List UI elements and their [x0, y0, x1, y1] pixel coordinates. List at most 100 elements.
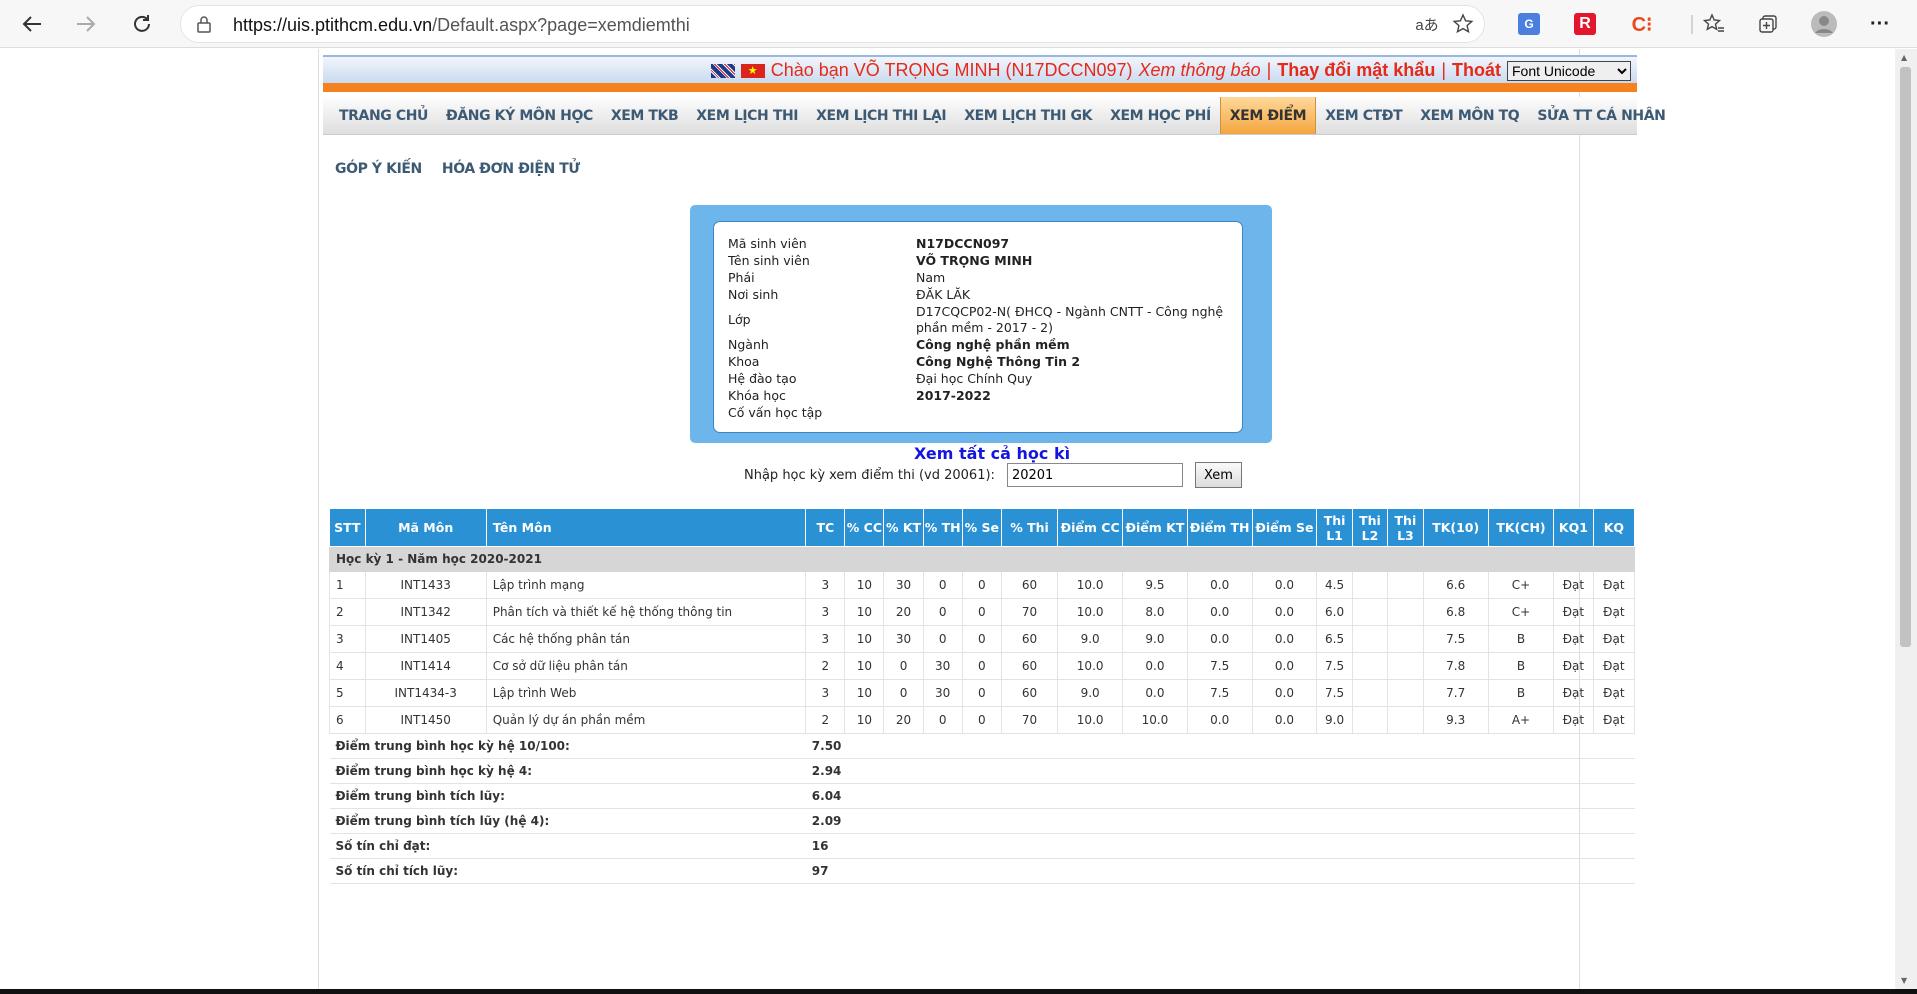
- table-cell: INT1342: [364, 598, 487, 626]
- value-program: Đại học Chính Quy: [916, 371, 1033, 386]
- translate-icon[interactable]: G: [1518, 13, 1540, 35]
- table-cell: Đạt: [1553, 598, 1594, 626]
- table-cell: 9.3: [1422, 706, 1489, 734]
- table-cell: Đạt: [1592, 571, 1636, 599]
- orange-divider: [323, 83, 1637, 92]
- table-cell: 7.5: [1186, 652, 1253, 680]
- address-bar[interactable]: https://uis.ptithcm.edu.vn/Default.aspx?…: [180, 5, 1485, 43]
- table-cell: 60: [1000, 652, 1059, 680]
- table-cell: 10.0: [1057, 706, 1124, 734]
- add-favorite-icon[interactable]: [1449, 10, 1477, 38]
- summary-value: 16: [805, 833, 1635, 859]
- table-cell: 0.0: [1186, 598, 1253, 626]
- table-cell: Cơ sở dữ liệu phân tán: [485, 652, 807, 680]
- forward-arrow-icon[interactable]: [68, 6, 104, 42]
- back-arrow-icon[interactable]: [14, 6, 50, 42]
- col-header: % CC: [844, 508, 885, 547]
- table-cell: INT1450: [364, 706, 487, 734]
- nav-xem-mon-tq[interactable]: XEM MÔN TQ: [1411, 97, 1528, 134]
- nav-xem-lich-thi[interactable]: XEM LỊCH THI: [687, 97, 807, 134]
- table-cell: Các hệ thống phân tán: [485, 625, 807, 653]
- label-student-name: Tên sinh viên: [728, 253, 810, 268]
- table-cell: 1: [329, 571, 366, 599]
- semester-query-label: Nhập học kỳ xem điểm thi (vd 20061):: [744, 467, 995, 483]
- nav-hoa-don-dien-tu[interactable]: HÓA ĐƠN ĐIỆN TỬ: [442, 159, 580, 179]
- nav-dang-ky-mon-hoc[interactable]: ĐĂNG KÝ MÔN HỌC: [437, 97, 602, 134]
- table-cell: 0.0: [1251, 598, 1318, 626]
- summary-label: Điểm trung bình học kỳ hệ 4:: [329, 758, 806, 784]
- notice-link[interactable]: Xem thông báo: [1139, 60, 1261, 81]
- table-cell: 3: [805, 598, 846, 626]
- table-cell: 0.0: [1122, 679, 1188, 707]
- scroll-up-icon[interactable]: ▲: [1901, 53, 1907, 62]
- separator: |: [1441, 60, 1446, 80]
- view-button[interactable]: Xem: [1194, 462, 1242, 488]
- table-cell: 30: [883, 571, 924, 599]
- collections-icon[interactable]: [1754, 10, 1782, 38]
- table-cell: 10.0: [1057, 598, 1124, 626]
- table-cell: INT1414: [364, 652, 487, 680]
- table-cell: 0.0: [1251, 706, 1318, 734]
- reload-icon[interactable]: [124, 6, 160, 42]
- lock-icon[interactable]: [197, 15, 211, 33]
- table-cell: Đạt: [1592, 625, 1636, 653]
- col-header: TK(CH): [1487, 508, 1555, 547]
- nav-xem-ctdt[interactable]: XEM CTĐT: [1316, 97, 1411, 134]
- table-cell: 10: [844, 598, 885, 626]
- table-cell: 10.0: [1057, 652, 1124, 680]
- table-cell: [1387, 571, 1424, 599]
- view-all-semesters-link[interactable]: Xem tất cả học kì: [914, 444, 1070, 463]
- summary-label: Số tín chỉ đạt:: [329, 833, 806, 859]
- scrollbar-thumb[interactable]: [1900, 67, 1911, 647]
- logout-link[interactable]: Thoát: [1452, 60, 1501, 81]
- table-cell: Đạt: [1592, 706, 1636, 734]
- col-header: Thi L3: [1387, 508, 1424, 547]
- table-cell: 0: [961, 625, 1002, 653]
- label-class: Lớp: [728, 312, 751, 327]
- nav-xem-lich-thi-lai[interactable]: XEM LỊCH THI LẠI: [807, 97, 955, 134]
- table-cell: INT1433: [364, 571, 487, 599]
- change-password-link[interactable]: Thay đổi mật khẩu: [1277, 60, 1435, 81]
- c-extension-icon[interactable]: C⁝: [1628, 10, 1656, 38]
- col-header: Điểm CC: [1057, 508, 1124, 547]
- summary-value: 6.04: [805, 783, 1635, 809]
- favorites-icon[interactable]: [1700, 10, 1728, 38]
- semester-input[interactable]: [1006, 463, 1183, 487]
- table-cell: [1387, 598, 1424, 626]
- table-cell: 10.0: [1122, 706, 1188, 734]
- read-aloud-icon[interactable]: aあ: [1413, 10, 1441, 38]
- profile-icon[interactable]: [1810, 10, 1838, 38]
- scroll-down-icon[interactable]: ▼: [1901, 976, 1907, 985]
- table-cell: 0.0: [1251, 652, 1318, 680]
- r-extension-icon[interactable]: R: [1574, 13, 1596, 35]
- label-program: Hệ đào tạo: [728, 371, 797, 386]
- table-cell: 0: [961, 571, 1002, 599]
- table-cell: 20: [883, 706, 924, 734]
- uk-flag-icon[interactable]: [710, 63, 735, 78]
- nav-xem-hoc-phi[interactable]: XEM HỌC PHÍ: [1101, 97, 1220, 134]
- nav-gop-y-kien[interactable]: GÓP Ý KIẾN: [335, 159, 422, 179]
- grades-header-row: STT Mã Môn Tên Môn TC % CC % KT % TH % S…: [329, 508, 1636, 547]
- vn-flag-icon[interactable]: ★: [740, 63, 765, 78]
- table-cell: 20: [883, 598, 924, 626]
- vertical-scrollbar[interactable]: ▲ ▼: [1895, 49, 1917, 989]
- summary-value: 2.94: [805, 758, 1635, 784]
- table-cell: Đạt: [1592, 679, 1636, 707]
- table-cell: 0: [922, 706, 963, 734]
- table-cell: 0.0: [1186, 571, 1253, 599]
- value-student-id: N17DCCN097: [916, 236, 1010, 251]
- nav-xem-diem[interactable]: XEM ĐIỂM: [1219, 97, 1317, 134]
- nav-xem-tkb[interactable]: XEM TKB: [602, 97, 687, 134]
- nav-trang-chu[interactable]: TRANG CHỦ: [323, 97, 437, 134]
- more-icon[interactable]: ···: [1866, 10, 1894, 38]
- col-header: Thi L1: [1316, 508, 1353, 547]
- grades-table: STT Mã Môn Tên Môn TC % CC % KT % TH % S…: [329, 508, 1636, 884]
- table-cell: Lập trình Web: [485, 679, 807, 707]
- table-cell: [1351, 679, 1389, 707]
- nav-xem-lich-thi-gk[interactable]: XEM LỊCH THI GK: [955, 97, 1101, 134]
- font-select[interactable]: Font Unicode: [1507, 60, 1631, 81]
- table-cell: 9.5: [1122, 571, 1188, 599]
- col-header: KQ1: [1553, 508, 1594, 547]
- nav-sua-tt-ca-nhan[interactable]: SỬA TT CÁ NHÂN: [1528, 97, 1674, 134]
- value-cohort: 2017-2022: [916, 388, 991, 403]
